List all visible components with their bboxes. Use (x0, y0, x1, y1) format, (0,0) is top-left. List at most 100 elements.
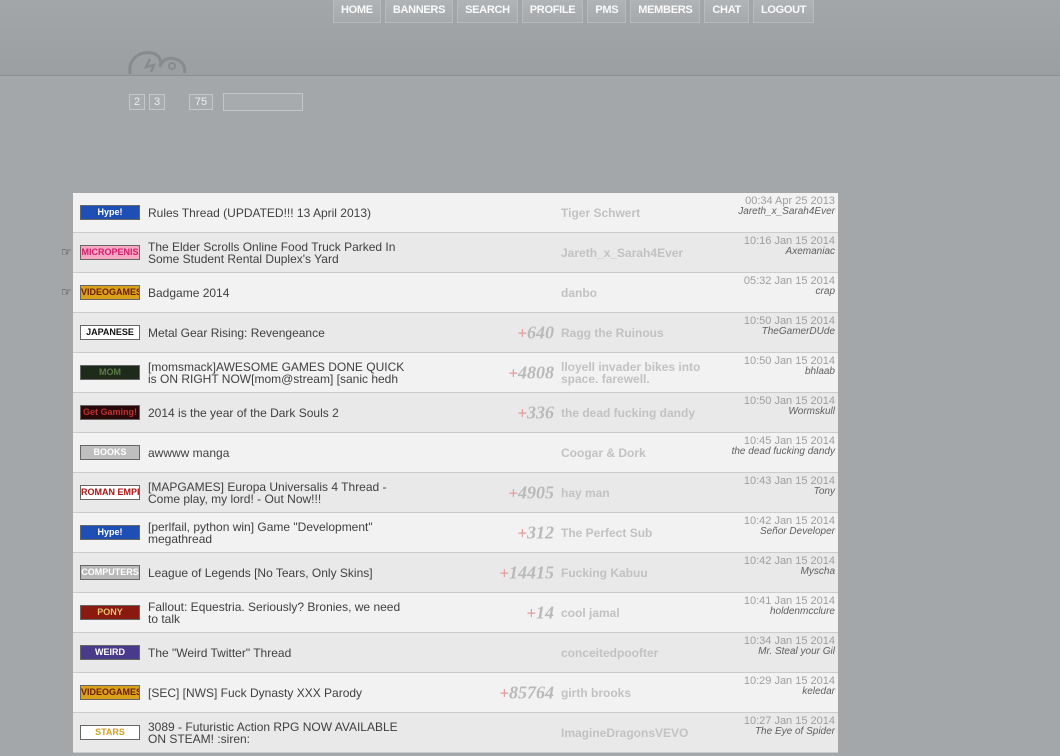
thread-title-link[interactable]: [momsmack]AWESOME GAMES DONE QUICK is ON… (148, 361, 413, 385)
thread-author[interactable]: conceitedpoofter (561, 647, 711, 659)
reply-count: +4905 (508, 482, 554, 502)
last-post-user[interactable]: Wormskull (715, 407, 835, 417)
last-post-user[interactable]: keledar (715, 687, 835, 697)
thread-author[interactable]: Tiger Schwert (561, 207, 711, 219)
last-post: 10:42 Jan 15 2014 Myscha (715, 556, 835, 577)
thread-author[interactable]: Fucking Kabuu (561, 567, 711, 579)
last-post-user[interactable]: the dead fucking dandy (715, 447, 835, 457)
last-post-user[interactable]: crap (715, 287, 835, 297)
last-post: 10:27 Jan 15 2014 The Eye of Spider (715, 716, 835, 737)
last-post: 10:43 Jan 15 2014 Tony (715, 476, 835, 497)
page-2-link[interactable]: 2 (129, 94, 145, 110)
last-post-user[interactable]: Myscha (715, 567, 835, 577)
bookmark-hand-icon[interactable]: ☞ (61, 285, 73, 299)
thread-tag-icon: STARS (80, 725, 140, 740)
last-post: 10:50 Jan 15 2014 Wormskull (715, 396, 835, 417)
thread-author[interactable]: cool jamal (561, 607, 711, 619)
last-post-user[interactable]: Mr. Steal your Gil (715, 647, 835, 657)
thread-row[interactable]: STARS 3089 - Futuristic Action RPG NOW AV… (73, 713, 838, 753)
reply-count-value: 14 (536, 602, 554, 622)
last-post-user[interactable]: bhlaab (715, 367, 835, 377)
thread-tag-icon: Get Gaming! (80, 405, 140, 420)
nav-home[interactable]: HOME (333, 0, 381, 23)
reply-count-value: 4808 (518, 362, 554, 382)
thread-row[interactable]: Hype! Rules Thread (UPDATED!!! 13 April 2… (73, 193, 838, 233)
last-post-user[interactable]: TheGamerDUde (715, 327, 835, 337)
nav-profile[interactable]: PROFILE (521, 0, 584, 23)
thread-list: Hype! Rules Thread (UPDATED!!! 13 April 2… (61, 193, 838, 753)
thread-row[interactable]: Get Gaming! 2014 is the year of the Dark … (73, 393, 838, 433)
thread-row[interactable]: JAPANESE Metal Gear Rising: Revengeance +6… (73, 313, 838, 353)
last-post-user[interactable]: Tony (715, 487, 835, 497)
thread-author[interactable]: the dead fucking dandy (561, 407, 711, 419)
thread-row[interactable]: COMPUTERS League of Legends [No Tears, On… (73, 553, 838, 593)
thread-tag-icon: VIDEOGAMES (80, 285, 140, 300)
thread-author[interactable]: hay man (561, 487, 711, 499)
nav-search[interactable]: SEARCH (457, 0, 518, 23)
thread-title-link[interactable]: [MAPGAMES] Europa Universalis 4 Thread -… (148, 481, 413, 505)
thread-row[interactable]: Hype! [perlfail, python win] Game "Develo… (73, 513, 838, 553)
thread-title-link[interactable]: The Elder Scrolls Online Food Truck Park… (148, 241, 413, 265)
last-post: 10:50 Jan 15 2014 bhlaab (715, 356, 835, 377)
thread-author[interactable]: Ragg the Ruinous (561, 327, 711, 339)
thread-tag-icon: ROMAN EMPIRE (80, 485, 140, 500)
last-post: 00:34 Apr 25 2013 Jareth_x_Sarah4Ever (715, 196, 835, 217)
last-post: 10:16 Jan 15 2014 Axemaniac (715, 236, 835, 257)
thread-author[interactable]: girth brooks (561, 687, 711, 699)
thread-tag-icon: VIDEOGAMES (80, 685, 140, 700)
reply-count-value: 14415 (509, 562, 554, 582)
thread-row[interactable]: BOOKS awwww manga Coogar & Dork 10:45 Jan 1… (73, 433, 838, 473)
last-post-user[interactable]: Jareth_x_Sarah4Ever (715, 207, 835, 217)
last-post-user[interactable]: Señor Developer (715, 527, 835, 537)
site-logo-icon[interactable] (126, 48, 188, 76)
thread-author[interactable]: Coogar & Dork (561, 447, 711, 459)
thread-author[interactable]: Jareth_x_Sarah4Ever (561, 247, 711, 259)
page-last-link[interactable]: 75 (189, 94, 213, 110)
thread-title-link[interactable]: Fallout: Equestria. Seriously? Bronies, … (148, 601, 413, 625)
thread-title-link[interactable]: 3089 - Futuristic Action RPG NOW AVAILAB… (148, 721, 413, 745)
bookmark-hand-icon[interactable]: ☞ (61, 245, 73, 259)
thread-title-link[interactable]: The "Weird Twitter" Thread (148, 647, 413, 659)
thread-title-link[interactable]: awwww manga (148, 447, 413, 459)
thread-tag-icon: PONY (80, 605, 140, 620)
reply-count: +4808 (508, 362, 554, 382)
thread-row[interactable]: WEIRD The "Weird Twitter" Thread conceited… (73, 633, 838, 673)
thread-title-link[interactable]: Metal Gear Rising: Revengeance (148, 327, 413, 339)
thread-tag-icon: JAPANESE (80, 325, 140, 340)
nav-logout[interactable]: LOGOUT (752, 0, 815, 23)
nav-banners[interactable]: BANNERS (384, 0, 454, 23)
nav-pms[interactable]: PMS (587, 0, 627, 23)
thread-tag-icon: Hype! (80, 205, 140, 220)
nav-members[interactable]: MEMBERS (630, 0, 701, 23)
page-jump-input[interactable] (223, 93, 303, 111)
thread-author[interactable]: danbo (561, 287, 711, 299)
last-post: 10:41 Jan 15 2014 holdenmcclure (715, 596, 835, 617)
reply-count-value: 312 (527, 522, 554, 542)
thread-title-link[interactable]: Badgame 2014 (148, 287, 413, 299)
thread-title-link[interactable]: [SEC] [NWS] Fuck Dynasty XXX Parody (148, 687, 413, 699)
thread-title-link[interactable]: [perlfail, python win] Game "Development… (148, 521, 413, 545)
last-post-user[interactable]: holdenmcclure (715, 607, 835, 617)
thread-author[interactable]: ImagineDragonsVEVO (561, 727, 711, 739)
reply-count: +640 (517, 322, 554, 342)
thread-tag-icon: Hype! (80, 525, 140, 540)
thread-row[interactable]: ROMAN EMPIRE [MAPGAMES] Europa Universali… (73, 473, 838, 513)
reply-count: +336 (517, 402, 554, 422)
thread-title-link[interactable]: League of Legends [No Tears, Only Skins] (148, 567, 413, 579)
thread-row[interactable]: ☞ MICROPENIS The Elder Scrolls Online Food… (61, 233, 838, 273)
page-3-link[interactable]: 3 (149, 94, 165, 110)
thread-row[interactable]: PONY Fallout: Equestria. Seriously? Broni… (73, 593, 838, 633)
thread-row[interactable]: ☞ VIDEOGAMES Badgame 2014 danbo 05:32 Jan 15… (61, 273, 838, 313)
thread-row[interactable]: MOM [momsmack]AWESOME GAMES DONE QUICK is… (73, 353, 838, 393)
thread-title-link[interactable]: Rules Thread (UPDATED!!! 13 April 2013) (148, 207, 413, 219)
last-post-user[interactable]: The Eye of Spider (715, 727, 835, 737)
thread-tag-icon: MOM (80, 365, 140, 380)
thread-author[interactable]: lloyell invader bikes into space. farewe… (561, 361, 711, 385)
reply-count-value: 85764 (509, 682, 554, 702)
reply-count: +312 (517, 522, 554, 542)
last-post-user[interactable]: Axemaniac (715, 247, 835, 257)
thread-row[interactable]: VIDEOGAMES [SEC] [NWS] Fuck Dynasty XXX P… (73, 673, 838, 713)
thread-title-link[interactable]: 2014 is the year of the Dark Souls 2 (148, 407, 413, 419)
thread-author[interactable]: The Perfect Sub (561, 527, 711, 539)
nav-chat[interactable]: CHAT (704, 0, 749, 23)
